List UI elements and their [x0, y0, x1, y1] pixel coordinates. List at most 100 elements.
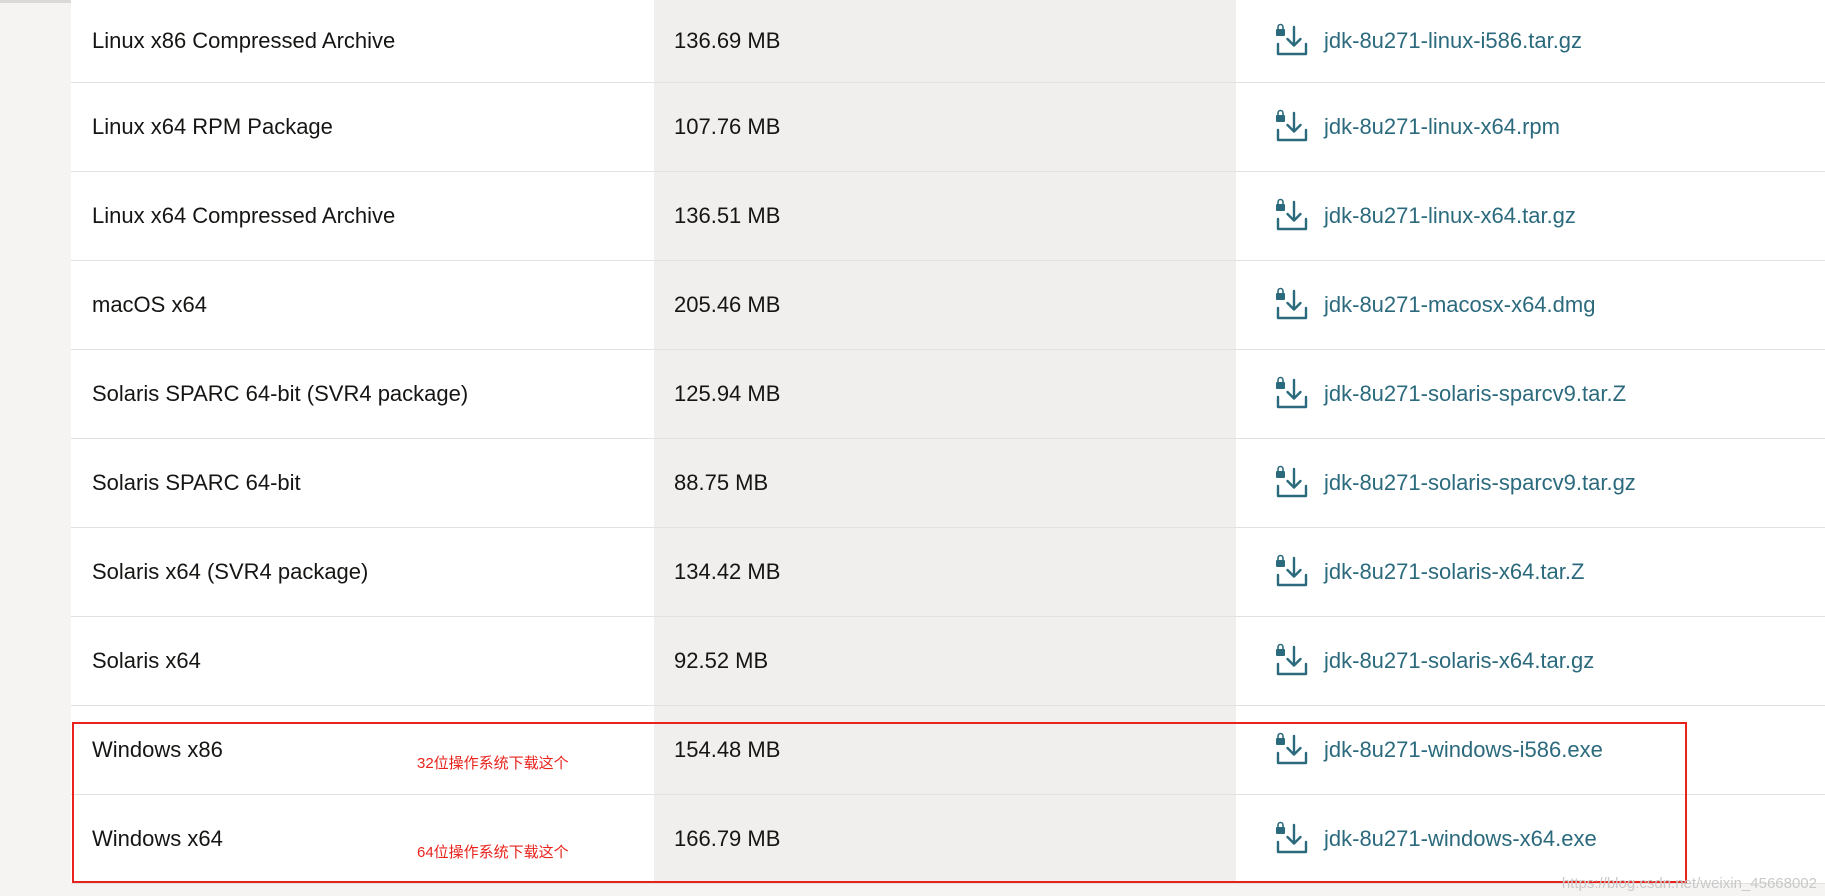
file-size: 92.52 MB [674, 648, 769, 673]
download-filename[interactable]: jdk-8u271-windows-x64.exe [1324, 826, 1597, 852]
product-name: Solaris x64 [92, 648, 201, 673]
download-cell: jdk-8u271-windows-x64.exe [1236, 795, 1825, 883]
download-cell: jdk-8u271-linux-x64.tar.gz [1236, 172, 1825, 260]
download-cell: jdk-8u271-solaris-sparcv9.tar.gz [1236, 439, 1825, 527]
download-page: Linux x86 Compressed Archive 136.69 MB j… [0, 0, 1825, 896]
lock-icon [1276, 465, 1285, 478]
product-cell: Solaris x64 (SVR4 package) [71, 528, 654, 616]
download-filename[interactable]: jdk-8u271-linux-x64.tar.gz [1324, 203, 1576, 229]
product-name: Windows x86 [92, 737, 223, 762]
download-icon [1276, 287, 1308, 320]
annotation-note: 64位操作系统下载这个 [417, 844, 569, 861]
product-name: Windows x64 [92, 826, 223, 851]
lock-icon [1276, 643, 1285, 656]
product-name: Solaris SPARC 64-bit (SVR4 package) [92, 381, 469, 406]
download-cell: jdk-8u271-macosx-x64.dmg [1236, 261, 1825, 349]
lock-icon [1276, 554, 1285, 567]
watermark: https://blog.csdn.net/weixin_45668002 [1561, 875, 1817, 892]
product-name: Linux x64 Compressed Archive [92, 203, 396, 228]
product-name: macOS x64 [92, 292, 207, 317]
download-link[interactable]: jdk-8u271-solaris-sparcv9.tar.Z [1274, 376, 1626, 412]
download-filename[interactable]: jdk-8u271-solaris-sparcv9.tar.gz [1324, 470, 1636, 496]
file-size-cell: 136.51 MB [654, 172, 1236, 260]
table-row: Solaris x64 92.52 MB jdk-8u271-solaris-x… [71, 617, 1825, 706]
download-filename[interactable]: jdk-8u271-solaris-sparcv9.tar.Z [1324, 381, 1626, 407]
product-cell: Solaris x64 [71, 617, 654, 705]
file-size: 134.42 MB [674, 559, 781, 584]
lock-icon [1276, 376, 1285, 389]
download-filename[interactable]: jdk-8u271-macosx-x64.dmg [1324, 292, 1595, 318]
download-filename[interactable]: jdk-8u271-linux-x64.rpm [1324, 114, 1560, 140]
download-cell: jdk-8u271-solaris-sparcv9.tar.Z [1236, 350, 1825, 438]
product-name: Solaris SPARC 64-bit [92, 470, 301, 495]
product-cell: Windows x64 64位操作系统下载这个 [71, 795, 654, 883]
lock-icon [1276, 821, 1285, 834]
download-link[interactable]: jdk-8u271-solaris-x64.tar.Z [1274, 554, 1584, 590]
file-size-cell: 88.75 MB [654, 439, 1236, 527]
download-icon [1276, 23, 1308, 56]
product-name: Solaris x64 (SVR4 package) [92, 559, 369, 584]
file-size-cell: 92.52 MB [654, 617, 1236, 705]
product-name: Linux x64 RPM Package [92, 114, 333, 139]
download-icon [1276, 376, 1308, 409]
product-cell: Solaris SPARC 64-bit (SVR4 package) [71, 350, 654, 438]
lock-icon [1276, 287, 1285, 300]
file-size-cell: 154.48 MB [654, 706, 1236, 794]
downloads-table: Linux x86 Compressed Archive 136.69 MB j… [71, 0, 1825, 884]
download-link[interactable]: jdk-8u271-linux-i586.tar.gz [1274, 23, 1582, 59]
product-cell: macOS x64 [71, 261, 654, 349]
file-size-cell: 107.76 MB [654, 83, 1236, 171]
lock-icon [1276, 109, 1285, 122]
file-size-cell: 136.69 MB [654, 0, 1236, 82]
table-row: Linux x64 Compressed Archive 136.51 MB j… [71, 172, 1825, 261]
download-link[interactable]: jdk-8u271-solaris-sparcv9.tar.gz [1274, 465, 1636, 501]
product-cell: Linux x64 Compressed Archive [71, 172, 654, 260]
file-size-cell: 134.42 MB [654, 528, 1236, 616]
file-size-cell: 125.94 MB [654, 350, 1236, 438]
download-icon [1276, 554, 1308, 587]
product-cell: Linux x64 RPM Package [71, 83, 654, 171]
product-cell: Windows x86 32位操作系统下载这个 [71, 706, 654, 794]
download-link[interactable]: jdk-8u271-linux-x64.rpm [1274, 109, 1560, 145]
download-filename[interactable]: jdk-8u271-solaris-x64.tar.gz [1324, 648, 1594, 674]
download-icon [1276, 732, 1308, 765]
download-link[interactable]: jdk-8u271-linux-x64.tar.gz [1274, 198, 1576, 234]
table-row: Solaris SPARC 64-bit 88.75 MB jdk-8u271-… [71, 439, 1825, 528]
download-cell: jdk-8u271-solaris-x64.tar.gz [1236, 617, 1825, 705]
annotation-note: 32位操作系统下载这个 [417, 755, 569, 772]
download-filename[interactable]: jdk-8u271-solaris-x64.tar.Z [1324, 559, 1584, 585]
product-name: Linux x86 Compressed Archive [92, 28, 396, 53]
file-size: 136.69 MB [674, 28, 781, 53]
product-cell: Linux x86 Compressed Archive [71, 0, 654, 82]
product-cell: Solaris SPARC 64-bit [71, 439, 654, 527]
download-link[interactable]: jdk-8u271-solaris-x64.tar.gz [1274, 643, 1594, 679]
download-link[interactable]: jdk-8u271-windows-x64.exe [1274, 821, 1597, 857]
download-filename[interactable]: jdk-8u271-windows-i586.exe [1324, 737, 1603, 763]
file-size: 166.79 MB [674, 826, 781, 851]
download-link[interactable]: jdk-8u271-windows-i586.exe [1274, 732, 1603, 768]
file-size: 205.46 MB [674, 292, 781, 317]
lock-icon [1276, 732, 1285, 745]
file-size: 125.94 MB [674, 381, 781, 406]
download-icon [1276, 821, 1308, 854]
download-icon [1276, 109, 1308, 142]
lock-icon [1276, 198, 1285, 211]
table-row: Linux x86 Compressed Archive 136.69 MB j… [71, 0, 1825, 83]
file-size: 107.76 MB [674, 114, 781, 139]
download-cell: jdk-8u271-solaris-x64.tar.Z [1236, 528, 1825, 616]
file-size: 88.75 MB [674, 470, 769, 495]
download-icon [1276, 198, 1308, 231]
download-icon [1276, 643, 1308, 676]
download-icon [1276, 465, 1308, 498]
table-row: Solaris SPARC 64-bit (SVR4 package) 125.… [71, 350, 1825, 439]
download-filename[interactable]: jdk-8u271-linux-i586.tar.gz [1324, 28, 1582, 54]
file-size: 154.48 MB [674, 737, 781, 762]
lock-icon [1276, 23, 1285, 36]
file-size: 136.51 MB [674, 203, 781, 228]
download-cell: jdk-8u271-linux-i586.tar.gz [1236, 0, 1825, 82]
table-row: macOS x64 205.46 MB jdk-8u271-macosx-x64… [71, 261, 1825, 350]
table-row: Linux x64 RPM Package 107.76 MB jdk-8u27… [71, 83, 1825, 172]
table-row: Windows x64 64位操作系统下载这个 166.79 MB jdk-8u… [71, 795, 1825, 884]
download-link[interactable]: jdk-8u271-macosx-x64.dmg [1274, 287, 1595, 323]
download-cell: jdk-8u271-windows-i586.exe [1236, 706, 1825, 794]
